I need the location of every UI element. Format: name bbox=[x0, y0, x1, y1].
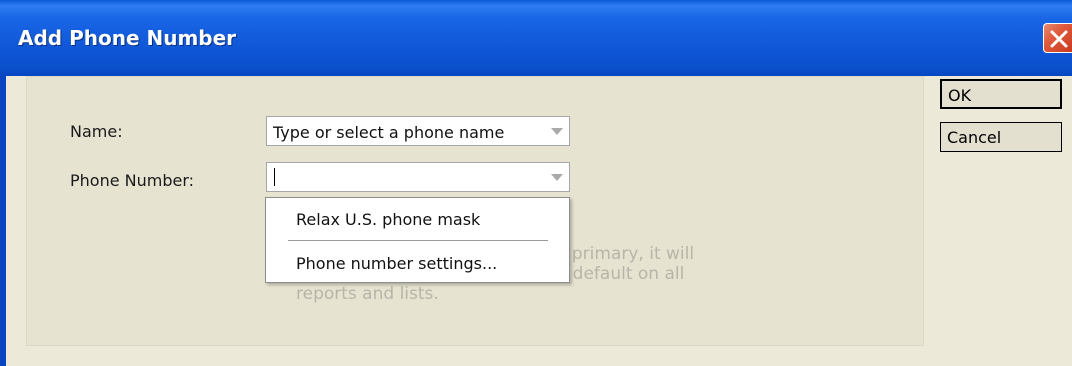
cancel-button[interactable]: Cancel bbox=[940, 122, 1062, 152]
name-combobox[interactable]: Type or select a phone name bbox=[266, 116, 570, 146]
menu-item-relax-us-phone-mask[interactable]: Relax U.S. phone mask bbox=[296, 210, 480, 229]
ok-button[interactable]: OK bbox=[940, 79, 1062, 109]
ok-button-label: OK bbox=[948, 86, 972, 105]
menu-item-phone-number-settings[interactable]: Phone number settings... bbox=[296, 254, 497, 273]
title-bar[interactable]: Add Phone Number bbox=[0, 0, 1072, 76]
close-button[interactable] bbox=[1043, 23, 1072, 53]
close-icon bbox=[1050, 30, 1068, 48]
hint-line: reports and lists. bbox=[296, 284, 439, 304]
window-title: Add Phone Number bbox=[18, 26, 237, 50]
cancel-button-label: Cancel bbox=[947, 128, 1002, 147]
chevron-down-icon[interactable] bbox=[551, 174, 563, 181]
name-label: Name: bbox=[70, 122, 123, 141]
phone-number-label: Phone Number: bbox=[70, 171, 195, 190]
phone-options-menu: Relax U.S. phone mask Phone number setti… bbox=[265, 197, 570, 283]
text-cursor bbox=[274, 168, 275, 186]
menu-separator bbox=[288, 240, 548, 241]
phone-number-combobox[interactable] bbox=[266, 162, 570, 192]
name-combobox-value: Type or select a phone name bbox=[273, 123, 505, 142]
chevron-down-icon[interactable] bbox=[551, 128, 563, 135]
